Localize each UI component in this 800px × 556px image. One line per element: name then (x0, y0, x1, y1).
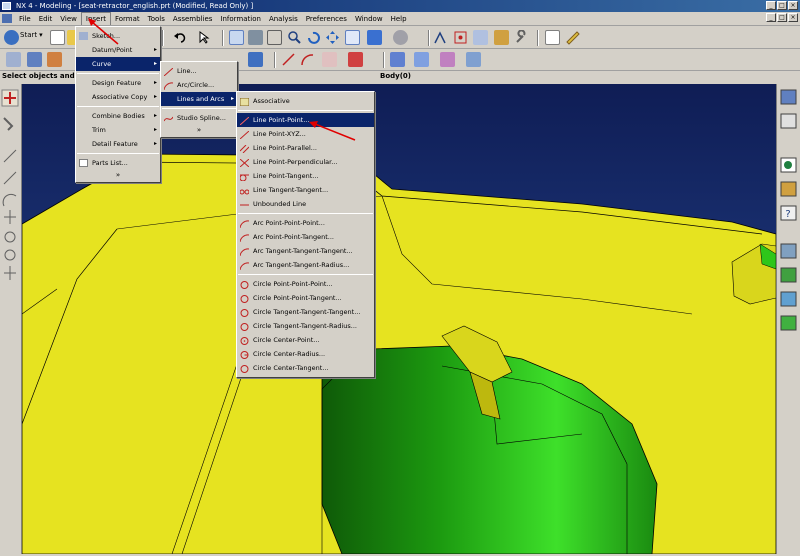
annotation-overlay (88, 18, 356, 141)
annotation-arrow-icon (309, 121, 356, 141)
annotation-arrow-icon (88, 18, 119, 45)
